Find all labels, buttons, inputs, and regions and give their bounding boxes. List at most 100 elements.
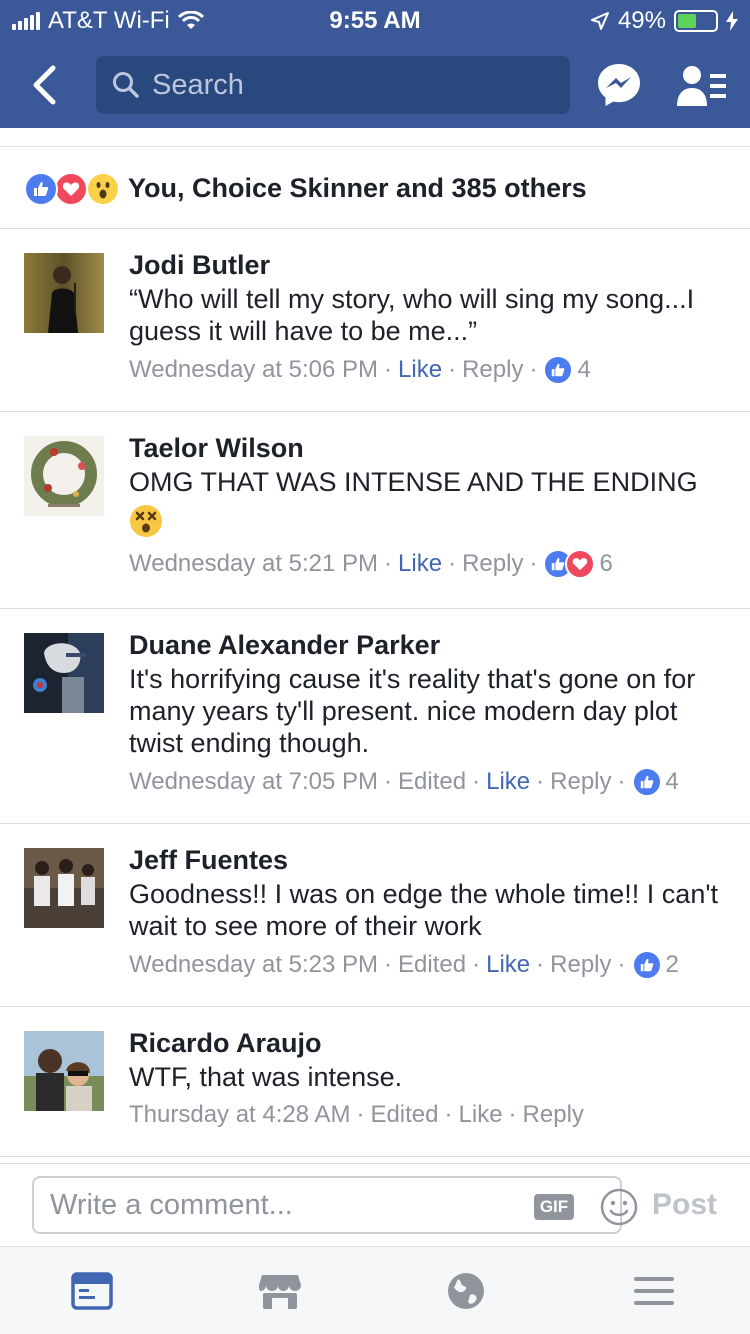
location-arrow-icon xyxy=(590,12,609,30)
back-chevron-icon xyxy=(33,65,56,105)
comment-meta: Wednesday at 7:05 PM · Edited · Like · R… xyxy=(129,767,726,797)
avatar[interactable] xyxy=(24,253,104,333)
edited-label[interactable]: Edited xyxy=(398,768,466,796)
love-reaction-icon[interactable] xyxy=(565,549,596,579)
meta-separator: · xyxy=(356,1101,365,1128)
notifications-globe-icon[interactable] xyxy=(444,1271,488,1311)
comment-meta: Wednesday at 5:06 PM · Like · Reply · 4 xyxy=(129,355,726,385)
commenter-name[interactable]: Jeff Fuentes xyxy=(129,844,726,876)
back-button[interactable] xyxy=(22,60,66,110)
wow-reaction-icon xyxy=(86,172,120,206)
like-link[interactable]: Like xyxy=(486,951,530,979)
comment-timestamp[interactable]: Wednesday at 5:21 PM xyxy=(129,550,378,578)
gif-button[interactable]: GIF xyxy=(534,1194,574,1220)
comment-meta: Wednesday at 5:21 PM · Like · Reply · 6 xyxy=(129,549,726,579)
search-placeholder: Search xyxy=(152,68,244,101)
like-reaction-icon[interactable] xyxy=(631,767,662,797)
comment-item: Duane Alexander Parker It's horrifying c… xyxy=(0,608,750,823)
meta-separator: · xyxy=(384,550,393,577)
dizzy-face-emoji-icon xyxy=(130,505,162,537)
comment-body: Taelor Wilson OMG THAT WAS INTENSE AND T… xyxy=(129,432,726,579)
avatar[interactable] xyxy=(24,436,104,516)
meta-separator: · xyxy=(384,951,393,978)
reply-link[interactable]: Reply xyxy=(462,356,523,384)
comment-item: Ricardo Araujo WTF, that was intense. Th… xyxy=(0,1006,750,1156)
like-link[interactable]: Like xyxy=(398,550,442,578)
avatar[interactable] xyxy=(24,633,104,713)
comment-body: Jeff Fuentes Goodness!! I was on edge th… xyxy=(129,844,726,980)
bottom-tab-bar xyxy=(0,1246,750,1334)
post-button[interactable]: Post xyxy=(652,1188,717,1222)
menu-icon[interactable] xyxy=(632,1271,676,1311)
reaction-count[interactable]: 6 xyxy=(599,550,612,578)
meta-separator: · xyxy=(617,951,626,978)
comment-body: Duane Alexander Parker It's horrifying c… xyxy=(129,629,726,797)
avatar-photo xyxy=(24,253,104,333)
reaction-count[interactable]: 4 xyxy=(577,356,590,384)
edited-label[interactable]: Edited xyxy=(398,951,466,979)
meta-separator: · xyxy=(384,356,393,383)
avatar[interactable] xyxy=(24,848,104,928)
comment-text: Goodness!! I was on edge the whole time!… xyxy=(129,879,718,941)
meta-separator: · xyxy=(617,768,626,795)
avatar-photo xyxy=(24,436,104,516)
meta-separator: · xyxy=(448,550,457,577)
marketplace-icon[interactable] xyxy=(258,1271,302,1311)
comment-timestamp[interactable]: Wednesday at 5:23 PM xyxy=(129,951,378,979)
comment-meta: Thursday at 4:28 AM · Edited · Like · Re… xyxy=(129,1101,726,1129)
comment-meta: Wednesday at 5:23 PM · Edited · Like · R… xyxy=(129,950,726,980)
meta-separator: · xyxy=(472,768,481,795)
commenter-name[interactable]: Taelor Wilson xyxy=(129,432,726,464)
comment-placeholder: Write a comment... xyxy=(50,1188,293,1221)
meta-separator: · xyxy=(536,768,545,795)
commenter-name[interactable]: Ricardo Araujo xyxy=(129,1027,726,1059)
like-link[interactable]: Like xyxy=(398,356,442,384)
comment-body: Jodi Butler “Who will tell my story, who… xyxy=(129,249,726,385)
comment-timestamp[interactable]: Thursday at 4:28 AM xyxy=(129,1101,350,1129)
reply-link[interactable]: Reply xyxy=(550,951,611,979)
reactions-summary-text: You, Choice Skinner and 385 others xyxy=(128,172,587,203)
comment-text: It's horrifying cause it's reality that'… xyxy=(129,664,696,758)
reply-link[interactable]: Reply xyxy=(462,550,523,578)
search-input[interactable]: Search xyxy=(96,56,570,114)
comment-timestamp[interactable]: Wednesday at 5:06 PM xyxy=(129,356,378,384)
reaction-count[interactable]: 2 xyxy=(666,951,679,979)
avatar-photo xyxy=(24,633,104,713)
comment-item: Jeff Fuentes Goodness!! I was on edge th… xyxy=(0,823,750,1006)
battery-icon xyxy=(674,10,718,32)
divider xyxy=(0,1156,750,1157)
battery-fill xyxy=(678,14,696,28)
reply-link[interactable]: Reply xyxy=(523,1101,584,1129)
meta-separator: · xyxy=(529,550,538,577)
comment-timestamp[interactable]: Wednesday at 7:05 PM xyxy=(129,768,378,796)
news-feed-icon[interactable] xyxy=(70,1271,114,1311)
reply-link[interactable]: Reply xyxy=(550,768,611,796)
meta-separator: · xyxy=(444,1101,453,1128)
edited-label[interactable]: Edited xyxy=(370,1101,438,1129)
reaction-count[interactable]: 4 xyxy=(666,768,679,796)
avatar-photo xyxy=(24,1031,104,1111)
comment-item: Jodi Butler “Who will tell my story, who… xyxy=(0,228,750,411)
love-reaction-icon xyxy=(54,172,88,206)
comment-input[interactable]: Write a comment... GIF xyxy=(32,1176,638,1234)
like-link[interactable]: Like xyxy=(486,768,530,796)
like-reaction-icon[interactable] xyxy=(631,950,662,980)
reactions-summary[interactable]: You, Choice Skinner and 385 others xyxy=(24,168,587,208)
commenter-name[interactable]: Jodi Butler xyxy=(129,249,726,281)
meta-separator: · xyxy=(508,1101,517,1128)
meta-separator: · xyxy=(536,951,545,978)
like-reaction-icon[interactable] xyxy=(543,355,574,385)
search-icon xyxy=(113,72,139,98)
avatar[interactable] xyxy=(24,1031,104,1111)
messenger-icon[interactable] xyxy=(596,62,642,108)
status-right: 49% xyxy=(590,7,738,35)
like-link[interactable]: Like xyxy=(459,1101,503,1129)
comment-item: Taelor Wilson OMG THAT WAS INTENSE AND T… xyxy=(0,411,750,608)
friend-requests-icon[interactable] xyxy=(676,64,728,108)
commenter-name[interactable]: Duane Alexander Parker xyxy=(129,629,726,661)
emoji-icon[interactable] xyxy=(600,1188,638,1226)
reaction-icons xyxy=(24,170,124,206)
charging-bolt-icon xyxy=(726,11,738,31)
status-bar: AT&T Wi-Fi 9:55 AM 49% xyxy=(0,0,750,40)
like-reaction-icon xyxy=(24,172,58,206)
